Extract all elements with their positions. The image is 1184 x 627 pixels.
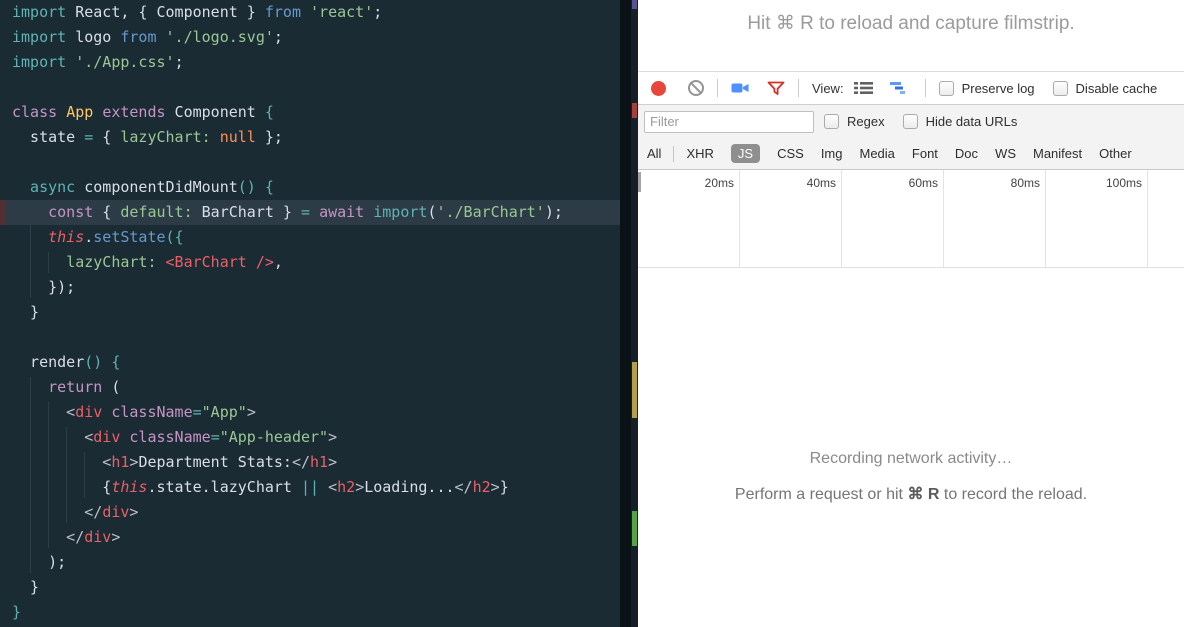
code-line: {this.state.lazyChart || <h2>Loading...<… — [0, 475, 620, 500]
resource-tab-font[interactable]: Font — [912, 144, 938, 163]
resource-tab-ws[interactable]: WS — [995, 144, 1016, 163]
indent-guide — [30, 202, 31, 298]
indent-guide — [84, 452, 85, 498]
editor-scrollbar-track[interactable] — [620, 0, 631, 627]
code-line: class App extends Component { — [0, 100, 620, 125]
code-line: import './App.css'; — [0, 50, 620, 75]
code-line: async componentDidMount() { — [0, 175, 620, 200]
timeline-tick: 100ms — [1046, 170, 1148, 267]
regex-checkbox[interactable] — [824, 114, 839, 129]
resource-tab-xhr[interactable]: XHR — [686, 144, 713, 163]
timeline-header: 20ms40ms60ms80ms100ms — [638, 170, 1184, 268]
clear-icon[interactable] — [688, 80, 704, 96]
indent-guide — [48, 252, 49, 273]
tab-divider — [673, 146, 674, 162]
filmstrip-hint-text: Hit ⌘ R to reload and capture filmstrip. — [747, 13, 1074, 34]
resource-tab-media[interactable]: Media — [859, 144, 894, 163]
hide-data-urls-checkbox[interactable] — [903, 114, 918, 129]
code-line: const { default: BarChart } = await impo… — [0, 200, 620, 225]
disable-cache-label[interactable]: Disable cache — [1076, 81, 1158, 96]
code-area[interactable]: import React, { Component } from 'react'… — [0, 0, 620, 625]
toolbar-divider — [798, 79, 799, 97]
code-line: import logo from './logo.svg'; — [0, 25, 620, 50]
code-line: ); — [0, 550, 620, 575]
code-editor[interactable]: import React, { Component } from 'react'… — [0, 0, 638, 627]
code-line: } — [0, 600, 620, 625]
filmstrip-hint-banner: Hit ⌘ R to reload and capture filmstrip. — [638, 0, 1184, 72]
network-toolbar: View: Preserve log Disable cache — [638, 72, 1184, 105]
code-line: <h1>Department Stats:</h1> — [0, 450, 620, 475]
filmstrip-camera-icon[interactable] — [731, 81, 751, 95]
annotation-mark-red — [632, 103, 637, 118]
code-line: this.setState({ — [0, 225, 620, 250]
preserve-log-label[interactable]: Preserve log — [962, 81, 1035, 96]
code-line: render() { — [0, 350, 620, 375]
filter-funnel-icon[interactable] — [767, 81, 785, 96]
code-line: lazyChart: <BarChart />, — [0, 250, 620, 275]
code-line — [0, 75, 620, 100]
code-line: }); — [0, 275, 620, 300]
timeline-tick: 20ms — [638, 170, 740, 267]
resource-tab-manifest[interactable]: Manifest — [1033, 144, 1082, 163]
list-view-icon[interactable] — [854, 81, 874, 95]
timeline-tick: 80ms — [944, 170, 1046, 267]
screen: import React, { Component } from 'react'… — [0, 0, 1184, 627]
waterfall-view-icon[interactable] — [890, 81, 912, 95]
recording-message: Recording network activity… — [638, 450, 1184, 468]
annotation-mark-yellow — [632, 362, 637, 418]
perform-request-message: Perform a request or hit ⌘ R to record t… — [638, 484, 1184, 504]
code-line: return ( — [0, 375, 620, 400]
resource-tab-all[interactable]: All — [647, 144, 661, 163]
resource-type-tabs: All XHR JS CSS Img Media Font Doc WS Manifest Othe… — [638, 138, 1184, 169]
code-line: <div className="App"> — [0, 400, 620, 425]
code-line: } — [0, 300, 620, 325]
code-line: </div> — [0, 525, 620, 550]
devtools-panel: Hit ⌘ R to reload and capture filmstrip.… — [638, 0, 1184, 627]
timeline-tick: 60ms — [842, 170, 944, 267]
resource-tab-css[interactable]: CSS — [777, 144, 804, 163]
disable-cache-checkbox[interactable] — [1053, 81, 1068, 96]
preserve-log-checkbox[interactable] — [939, 81, 954, 96]
toolbar-divider — [925, 79, 926, 97]
resource-tab-other[interactable]: Other — [1099, 144, 1132, 163]
timeline-tick: 40ms — [740, 170, 842, 267]
resource-tab-js[interactable]: JS — [731, 144, 760, 163]
resource-tab-doc[interactable]: Doc — [955, 144, 978, 163]
code-line: state = { lazyChart: null }; — [0, 125, 620, 150]
timeline-scroll-notch — [638, 172, 641, 192]
indent-guide — [66, 427, 67, 523]
toolbar-divider — [717, 79, 718, 97]
record-button[interactable] — [651, 81, 666, 96]
indent-guide — [30, 377, 31, 573]
annotation-mark-purple — [632, 0, 637, 9]
filter-bar: Regex Hide data URLs All XHR JS CSS Img Media… — [638, 105, 1184, 170]
code-line: } — [0, 575, 620, 600]
code-line: <div className="App-header"> — [0, 425, 620, 450]
code-line — [0, 325, 620, 350]
indent-guide — [48, 402, 49, 548]
filter-input[interactable] — [644, 111, 814, 133]
annotation-mark-green — [632, 511, 637, 546]
view-label: View: — [812, 81, 844, 96]
code-line: import React, { Component } from 'react'… — [0, 0, 620, 25]
code-line — [0, 150, 620, 175]
code-line: </div> — [0, 500, 620, 525]
shortcut-key: ⌘ R — [907, 486, 939, 503]
regex-label[interactable]: Regex — [847, 114, 885, 129]
resource-tab-img[interactable]: Img — [821, 144, 843, 163]
hide-data-urls-label[interactable]: Hide data URLs — [926, 114, 1018, 129]
